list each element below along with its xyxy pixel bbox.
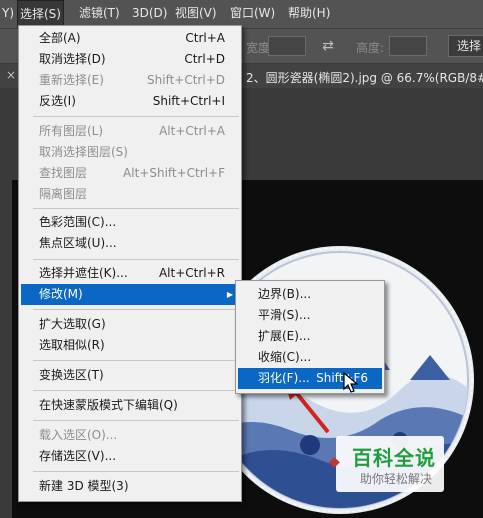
menu-separator xyxy=(33,471,239,472)
height-label: 高度: xyxy=(356,41,385,55)
height-field[interactable] xyxy=(389,36,427,56)
menu-bar: Y) 选择(S) 滤镜(T) 3D(D) 视图(V) 窗口(W) 帮助(H) xyxy=(0,0,483,27)
submenu-arrow-icon: ▶ xyxy=(226,290,233,299)
menu-item-focus-area[interactable]: 焦点区域(U)... xyxy=(21,233,239,254)
menu-item-reselect[interactable]: 重新选择(E) Shift+Ctrl+D xyxy=(21,70,239,91)
menu-item-quick-mask[interactable]: 在快速蒙版模式下编辑(Q) xyxy=(21,395,239,416)
menu-item-label: 色彩范围(C)... xyxy=(39,215,117,229)
menu-item-label: 所有图层(L) xyxy=(39,124,104,138)
menu-item-filter[interactable]: 滤镜(T) xyxy=(77,0,122,27)
menu-item-similar[interactable]: 选取相似(R) xyxy=(21,335,239,356)
menu-item-label: 在快速蒙版模式下编辑(Q) xyxy=(39,398,178,412)
menu-item-image[interactable]: Y) xyxy=(0,0,16,27)
menu-item-label: 收缩(C)... xyxy=(258,350,312,364)
modify-submenu: 边界(B)... 平滑(S)... 扩展(E)... 收缩(C)... 羽化(F… xyxy=(235,280,385,394)
menu-item-color-range[interactable]: 色彩范围(C)... xyxy=(21,212,239,233)
menu-item-label: 新建 3D 模型(3) xyxy=(39,479,129,493)
menu-item-inverse[interactable]: 反选(I) Shift+Ctrl+I xyxy=(21,91,239,112)
select-button[interactable]: 选择 xyxy=(448,35,483,57)
menu-separator xyxy=(33,360,239,361)
menu-item-grow[interactable]: 扩大选取(G) xyxy=(21,314,239,335)
menu-item-label: 反选(I) xyxy=(39,94,76,108)
menu-item-label: 取消选择(D) xyxy=(39,52,106,66)
menu-item-save-selection[interactable]: 存储选区(V)... xyxy=(21,446,239,467)
menu-item-deselect-layers[interactable]: 取消选择图层(S) xyxy=(21,142,239,163)
menu-item-label: 隔离图层 xyxy=(39,187,88,201)
menu-separator xyxy=(33,309,239,310)
menu-item-label: 选取相似(R) xyxy=(39,338,105,352)
menu-item-deselect[interactable]: 取消选择(D) Ctrl+D xyxy=(21,49,239,70)
close-tab-icon[interactable]: × xyxy=(6,68,16,82)
menu-item-label: 载入选区(O)... xyxy=(39,428,118,442)
submenu-item-border[interactable]: 边界(B)... xyxy=(238,284,382,305)
menu-separator xyxy=(33,208,239,209)
select-menu-dropdown: 全部(A) Ctrl+A 取消选择(D) Ctrl+D 重新选择(E) Shif… xyxy=(18,25,242,502)
menu-item-select-all[interactable]: 全部(A) Ctrl+A xyxy=(21,28,239,49)
menu-item-label: 修改(M) xyxy=(39,287,83,301)
menu-item-label: 取消选择图层(S) xyxy=(39,145,128,159)
menu-item-shortcut: Alt+Ctrl+R xyxy=(158,266,225,280)
menu-item-isolate-layers[interactable]: 隔离图层 xyxy=(21,184,239,205)
menu-item-label: 存储选区(V)... xyxy=(39,449,117,463)
watermark-accent-icon: ◆ xyxy=(329,454,340,470)
menu-item-shortcut: Shift+Ctrl+D xyxy=(147,73,225,87)
menu-item-shortcut: Ctrl+D xyxy=(184,52,225,66)
menu-item-label: 羽化(F)... xyxy=(258,371,310,385)
menu-item-label: 查找图层 xyxy=(39,166,88,180)
submenu-item-expand[interactable]: 扩展(E)... xyxy=(238,326,382,347)
watermark-subtitle: 助你轻松解决 xyxy=(360,472,433,486)
menu-item-transform-selection[interactable]: 变换选区(T) xyxy=(21,365,239,386)
submenu-item-contract[interactable]: 收缩(C)... xyxy=(238,347,382,368)
menu-item-shortcut: Alt+Shift+Ctrl+F xyxy=(123,166,225,180)
menu-separator xyxy=(33,116,239,117)
menu-item-label: 扩展(E)... xyxy=(258,329,311,343)
menu-item-3d[interactable]: 3D(D) xyxy=(130,0,169,27)
watermark: ◆ 百科全说 助你轻松解决 xyxy=(329,436,444,492)
menu-item-label: 边界(B)... xyxy=(258,287,312,301)
document-tab-title[interactable]: 2、圆形瓷器(椭圆2).jpg @ 66.7%(RGB/8#) xyxy=(246,69,483,86)
menu-item-shortcut: Shift+Ctrl+I xyxy=(152,94,225,108)
menu-item-view[interactable]: 视图(V) xyxy=(173,0,219,27)
menu-separator xyxy=(33,390,239,391)
menu-item-window[interactable]: 窗口(W) xyxy=(228,0,277,27)
menu-separator xyxy=(33,420,239,421)
menu-item-modify[interactable]: 修改(M) ▶ xyxy=(21,284,239,305)
watermark-logo-text: 百科全说 xyxy=(352,446,436,470)
menu-separator xyxy=(33,259,239,260)
submenu-item-feather[interactable]: 羽化(F)... Shift+F6 xyxy=(238,368,382,389)
menu-item-label: 选择并遮住(K)... xyxy=(39,266,128,280)
menu-item-label: 变换选区(T) xyxy=(39,368,104,382)
width-field[interactable] xyxy=(268,36,306,56)
menu-item-load-selection[interactable]: 载入选区(O)... xyxy=(21,425,239,446)
submenu-item-smooth[interactable]: 平滑(S)... xyxy=(238,305,382,326)
menu-item-new-3d-model[interactable]: 新建 3D 模型(3) xyxy=(21,476,239,497)
menu-item-shortcut: Alt+Ctrl+A xyxy=(159,124,225,138)
menu-item-find-layers[interactable]: 查找图层 Alt+Shift+Ctrl+F xyxy=(21,163,239,184)
menu-item-select-and-mask[interactable]: 选择并遮住(K)... Alt+Ctrl+R xyxy=(21,263,239,284)
menu-item-label: 平滑(S)... xyxy=(258,308,311,322)
menu-item-shortcut: Ctrl+A xyxy=(185,31,225,45)
menu-item-label: 扩大选取(G) xyxy=(39,317,106,331)
menu-item-help[interactable]: 帮助(H) xyxy=(286,0,332,27)
menu-item-label: 重新选择(E) xyxy=(39,73,104,87)
menu-item-label: 全部(A) xyxy=(39,31,81,45)
menu-item-all-layers[interactable]: 所有图层(L) Alt+Ctrl+A xyxy=(21,121,239,142)
swap-icon[interactable]: ⇄ xyxy=(318,37,338,55)
menu-item-select[interactable]: 选择(S) xyxy=(17,0,64,27)
mouse-pointer-icon xyxy=(343,372,359,393)
menu-item-label: 焦点区域(U)... xyxy=(39,236,117,250)
